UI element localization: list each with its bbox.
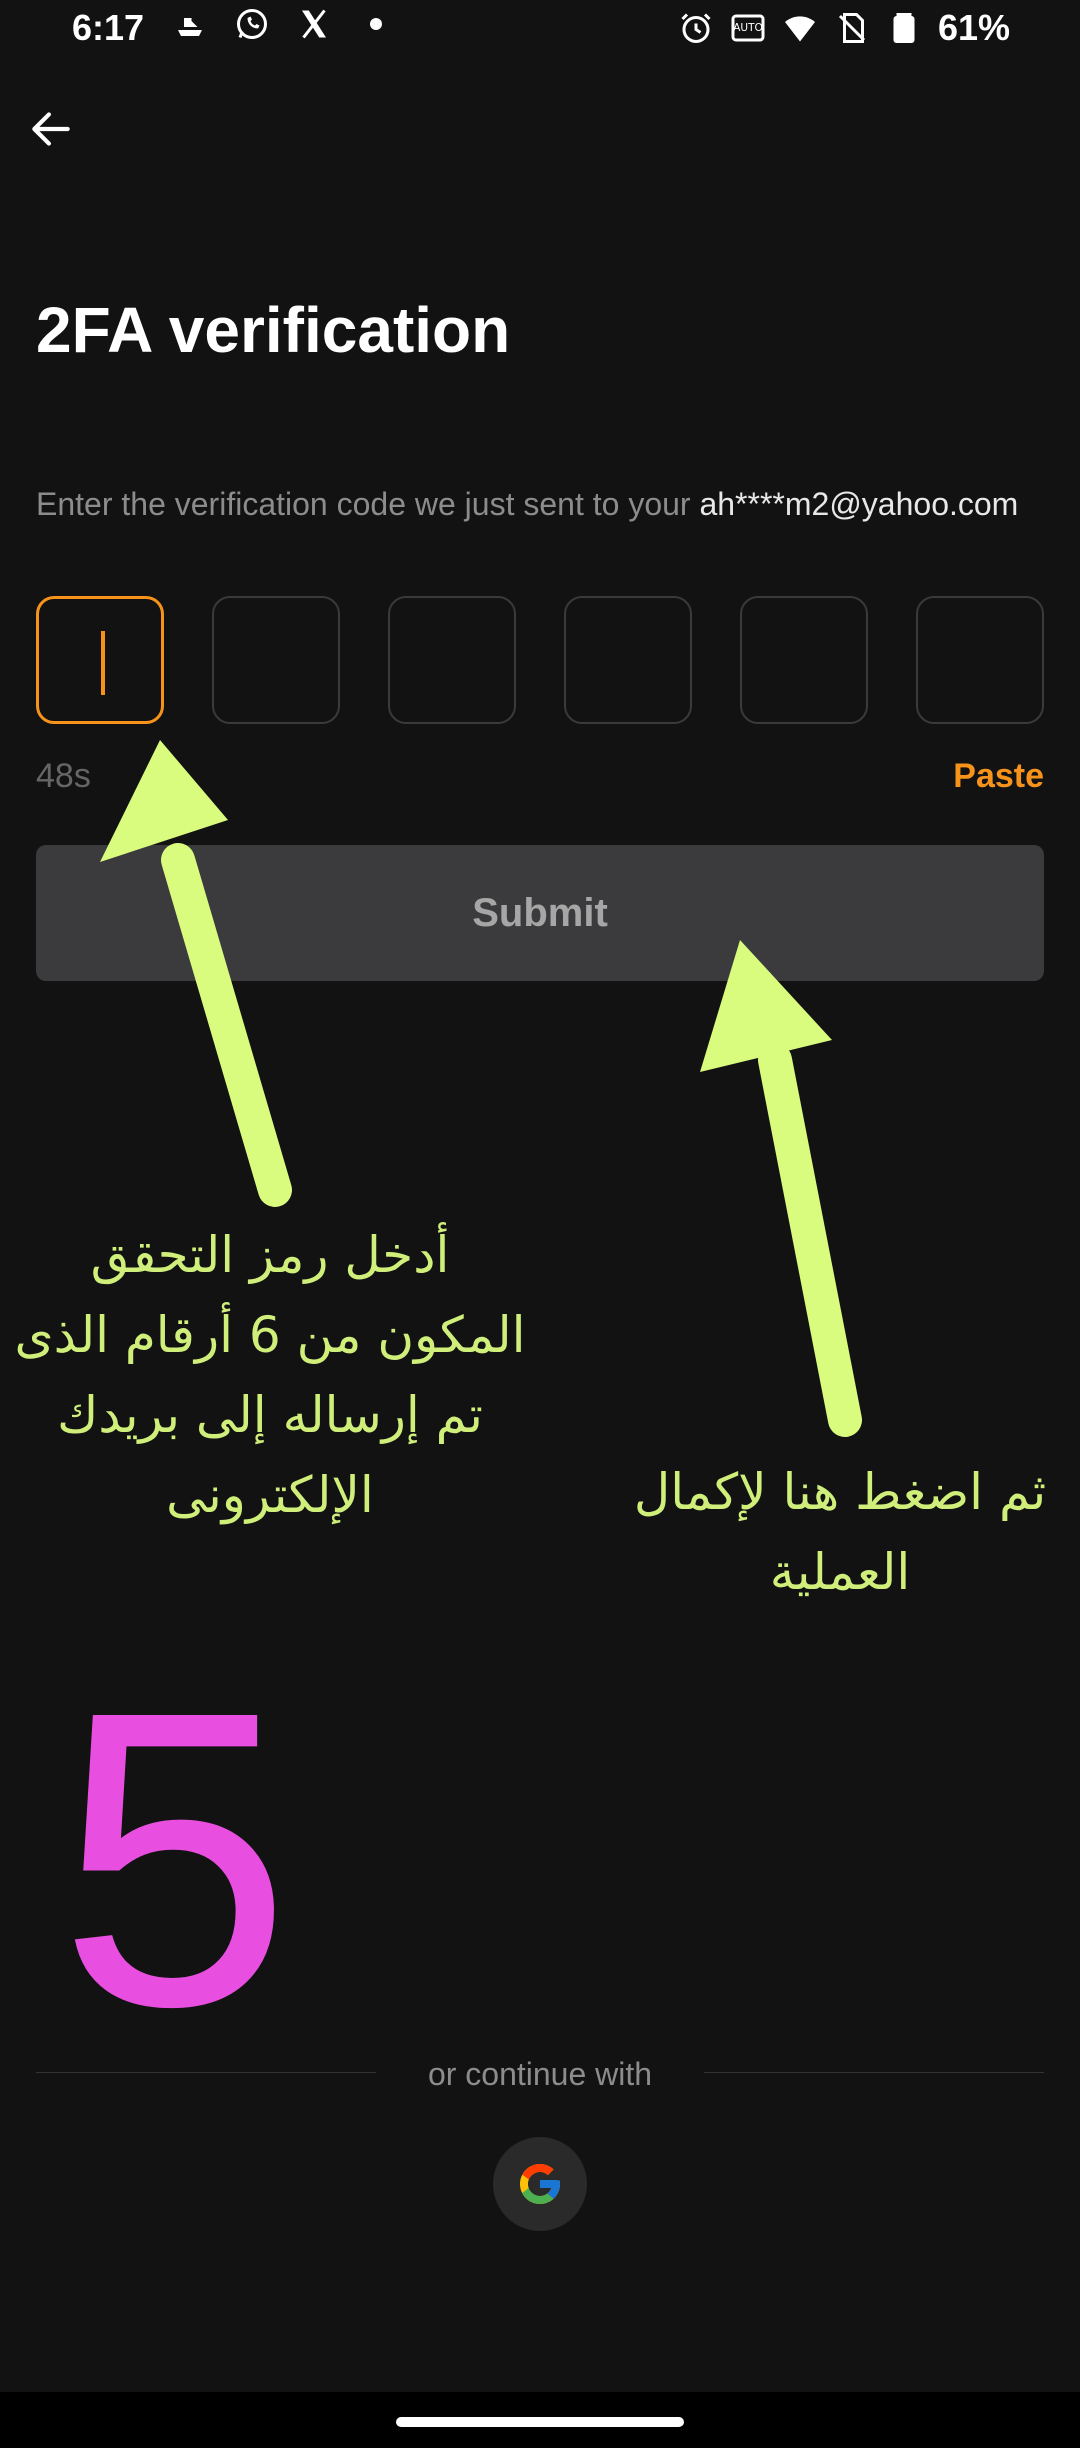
system-icons: AUTO 61% — [678, 4, 1010, 52]
page-title: 2FA verification — [36, 294, 511, 366]
code-digit-1[interactable] — [36, 596, 164, 724]
status-bar: 6:17 AUTO 61% — [0, 0, 1080, 56]
dot-icon — [358, 6, 394, 42]
battery-percent: 61% — [937, 7, 1010, 48]
battery-icon — [886, 10, 922, 46]
paste-button[interactable]: Paste — [953, 752, 1044, 800]
x-icon — [296, 6, 332, 42]
code-input-row — [36, 596, 1044, 728]
status-time: 6:17 — [72, 7, 145, 48]
code-digit-2[interactable] — [212, 596, 340, 724]
boat-icon — [172, 6, 208, 42]
wifi-6-icon — [782, 10, 818, 46]
no-sim-icon — [834, 10, 870, 46]
instruction-prefix: Enter the verification code we just sent… — [36, 486, 700, 522]
whatsapp-icon — [234, 6, 270, 42]
divider-line-right — [704, 2072, 1044, 2073]
home-indicator[interactable] — [396, 2417, 684, 2427]
verification-screen: 6:17 AUTO 61% 2FA verification Enter the… — [0, 0, 1080, 2448]
svg-text:AUTO: AUTO — [733, 22, 763, 34]
social-divider: or continue with — [36, 2050, 1044, 2098]
code-digit-4[interactable] — [564, 596, 692, 724]
back-button[interactable] — [26, 104, 76, 154]
arrow-to-submit — [700, 940, 862, 1437]
code-digit-6[interactable] — [916, 596, 1044, 724]
submit-button[interactable]: Submit — [36, 845, 1044, 981]
masked-email: ah****m2@yahoo.com — [699, 486, 1019, 522]
instruction-text: Enter the verification code we just sent… — [36, 480, 1036, 528]
arrow-left-icon — [32, 112, 70, 146]
annotation-press-submit: ثم اضغط هنا لإكمال العملية — [633, 1463, 1047, 1601]
text-cursor — [101, 631, 105, 695]
google-login-button[interactable] — [493, 2137, 587, 2231]
divider-text: or continue with — [427, 2056, 653, 2092]
code-digit-5[interactable] — [740, 596, 868, 724]
step-number: 5 — [58, 1625, 292, 2094]
resend-timer: 48s — [36, 757, 91, 795]
google-icon — [520, 2164, 560, 2204]
auto-hz-icon: AUTO — [730, 10, 766, 46]
annotation-enter-code: أدخل رمز التحقق المكون من 6 أرقام الذى ت… — [14, 1226, 526, 1524]
code-digit-3[interactable] — [388, 596, 516, 724]
notification-icons — [172, 6, 394, 42]
alarm-icon — [678, 10, 714, 46]
